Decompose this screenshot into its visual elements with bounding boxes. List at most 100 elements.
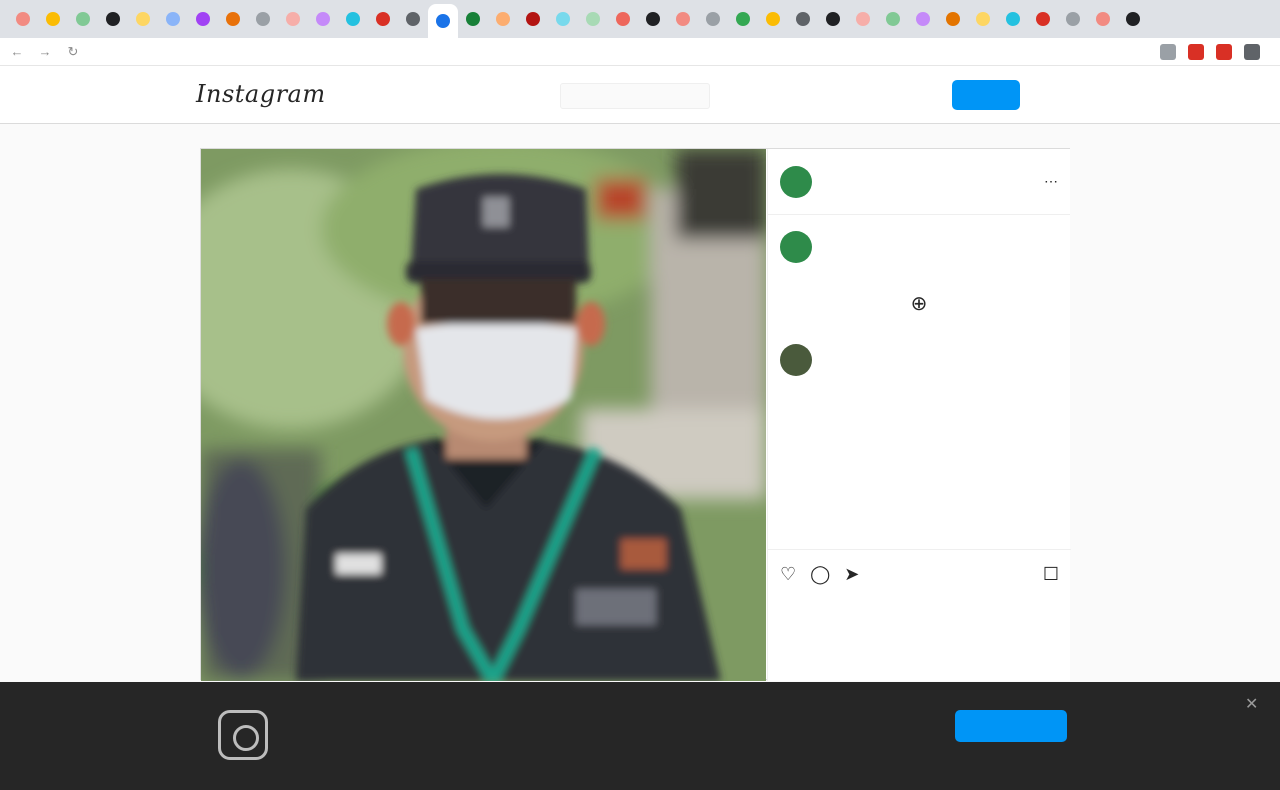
browser-tab[interactable] xyxy=(668,4,698,34)
browser-tab[interactable] xyxy=(368,4,398,34)
share-icon[interactable]: ➤ xyxy=(844,564,859,585)
browser-tab[interactable] xyxy=(968,4,998,34)
address-bar[interactable] xyxy=(98,41,1078,63)
instagram-logo-icon xyxy=(218,710,268,760)
browser-tab[interactable] xyxy=(938,4,968,34)
tab-favicon-icon xyxy=(646,12,660,26)
tab-favicon-icon xyxy=(766,12,780,26)
site-header: Instagram xyxy=(0,66,1280,124)
browser-tab[interactable] xyxy=(158,4,188,34)
close-icon[interactable]: ✕ xyxy=(1245,694,1258,714)
browser-tab[interactable] xyxy=(428,4,458,38)
browser-tab[interactable] xyxy=(818,4,848,34)
browser-tab[interactable] xyxy=(218,4,248,34)
reload-icon[interactable]: ↻ xyxy=(62,41,84,63)
browser-tab[interactable] xyxy=(338,4,368,34)
browser-tab[interactable] xyxy=(638,4,668,34)
load-more-comments-icon[interactable]: ⊕ xyxy=(768,291,1070,316)
browser-tab[interactable] xyxy=(998,4,1028,34)
tab-favicon-icon xyxy=(436,14,450,28)
extension-icon[interactable] xyxy=(1160,43,1176,60)
avatar[interactable] xyxy=(780,231,812,263)
browser-tab[interactable] xyxy=(518,4,548,34)
tab-favicon-icon xyxy=(46,12,60,26)
post-action-bar: ♡ ◯ ➤ ☐ xyxy=(768,549,1071,599)
avatar[interactable] xyxy=(780,165,812,198)
comment-icon[interactable]: ◯ xyxy=(810,564,830,585)
heart-icon[interactable]: ♡ xyxy=(780,564,796,585)
browser-tab[interactable] xyxy=(908,4,938,34)
browser-tab[interactable] xyxy=(38,4,68,34)
browser-tab[interactable] xyxy=(548,4,578,34)
tab-favicon-icon xyxy=(526,12,540,26)
browser-tab[interactable] xyxy=(68,4,98,34)
comment xyxy=(768,316,1070,376)
browser-tab[interactable] xyxy=(578,4,608,34)
tab-favicon-icon xyxy=(976,12,990,26)
tab-favicon-icon xyxy=(616,12,630,26)
tab-favicon-icon xyxy=(376,12,390,26)
back-icon[interactable]: ← xyxy=(6,41,28,63)
tab-favicon-icon xyxy=(586,12,600,26)
forward-icon[interactable]: → xyxy=(34,41,56,63)
avatar[interactable] xyxy=(780,344,812,376)
browser-tab[interactable] xyxy=(728,4,758,34)
tab-favicon-icon xyxy=(16,12,30,26)
tab-favicon-icon xyxy=(496,12,510,26)
tab-favicon-icon xyxy=(946,12,960,26)
tab-favicon-icon xyxy=(466,12,480,26)
post-header: ⋯ xyxy=(768,149,1070,215)
extension-icon[interactable] xyxy=(1216,43,1232,60)
tab-favicon-icon xyxy=(106,12,120,26)
more-options-icon[interactable]: ⋯ xyxy=(1044,173,1058,190)
tab-favicon-icon xyxy=(256,12,270,26)
post-sidebar: ⋯ ⊕ ♡ ◯ ➤ ☐ xyxy=(767,149,1071,681)
browser-tab[interactable] xyxy=(8,4,38,34)
tab-favicon-icon xyxy=(886,12,900,26)
tab-favicon-icon xyxy=(706,12,720,26)
browser-tab[interactable] xyxy=(308,4,338,34)
browser-tab[interactable] xyxy=(698,4,728,34)
post-photo[interactable] xyxy=(201,149,766,681)
open-app-button[interactable] xyxy=(955,710,1067,742)
extension-icon[interactable] xyxy=(1244,43,1260,60)
browser-tab[interactable] xyxy=(788,4,818,34)
site-logo[interactable]: Instagram xyxy=(196,80,326,108)
search-input[interactable] xyxy=(560,83,710,109)
browser-tab[interactable] xyxy=(1118,4,1148,34)
browser-tab[interactable] xyxy=(758,4,788,34)
tab-favicon-icon xyxy=(346,12,360,26)
browser-tab-strip xyxy=(0,0,1280,38)
browser-tab[interactable] xyxy=(248,4,278,34)
browser-tab[interactable] xyxy=(278,4,308,34)
browser-tab[interactable] xyxy=(458,4,488,34)
tab-favicon-icon xyxy=(1006,12,1020,26)
extension-icon[interactable] xyxy=(1188,43,1204,60)
tab-favicon-icon xyxy=(856,12,870,26)
tab-favicon-icon xyxy=(166,12,180,26)
browser-tab[interactable] xyxy=(848,4,878,34)
browser-tab[interactable] xyxy=(1088,4,1118,34)
bookmark-icon[interactable]: ☐ xyxy=(1043,564,1059,585)
tab-favicon-icon xyxy=(1036,12,1050,26)
extensions-area xyxy=(1160,43,1260,60)
caption xyxy=(768,215,1070,263)
browser-tab[interactable] xyxy=(398,4,428,34)
browser-tab[interactable] xyxy=(608,4,638,34)
tab-favicon-icon xyxy=(1126,12,1140,26)
browser-tab[interactable] xyxy=(488,4,518,34)
tab-favicon-icon xyxy=(406,12,420,26)
browser-tab[interactable] xyxy=(98,4,128,34)
browser-tab[interactable] xyxy=(1028,4,1058,34)
post-photo-image xyxy=(201,149,766,681)
tab-favicon-icon xyxy=(916,12,930,26)
tab-favicon-icon xyxy=(136,12,150,26)
browser-tab[interactable] xyxy=(1058,4,1088,34)
login-button[interactable] xyxy=(952,80,1020,110)
tab-favicon-icon xyxy=(196,12,210,26)
browser-tab[interactable] xyxy=(128,4,158,34)
browser-tab[interactable] xyxy=(188,4,218,34)
browser-tab[interactable] xyxy=(878,4,908,34)
tab-favicon-icon xyxy=(676,12,690,26)
tab-favicon-icon xyxy=(556,12,570,26)
